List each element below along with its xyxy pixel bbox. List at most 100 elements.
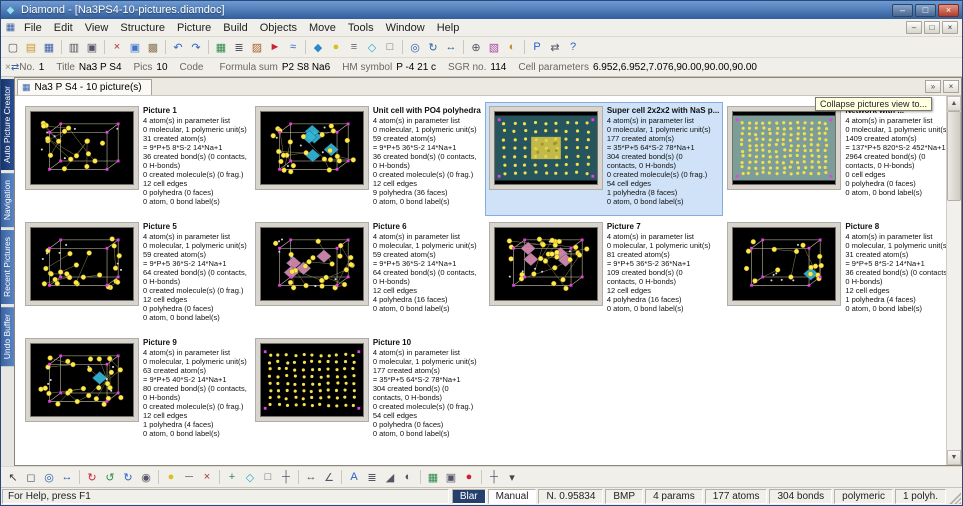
redo-icon[interactable]: ↷ <box>187 39 205 56</box>
open-file-icon[interactable]: ▤ <box>22 39 40 56</box>
data-sheet-icon[interactable]: ≣ <box>230 39 248 56</box>
table-icon[interactable]: ▦ <box>212 39 230 56</box>
translate-icon[interactable]: ↔ <box>442 39 460 56</box>
picture-card[interactable]: Picture 104 atom(s) in parameter list0 m… <box>251 334 485 448</box>
save-file-icon[interactable]: ▦ <box>40 39 58 56</box>
copy-icon[interactable]: ▣ <box>126 39 144 56</box>
add-bond-icon[interactable]: ─ <box>180 469 198 486</box>
menu-item-build[interactable]: Build <box>217 21 253 35</box>
picture-card[interactable]: Super cell 2x2x2 with NaS p...4 atom(s) … <box>485 102 724 216</box>
structure-icon[interactable]: ◆ <box>309 39 327 56</box>
picture-thumbnail[interactable] <box>494 111 598 185</box>
picture-thumbnail[interactable] <box>732 227 836 301</box>
pan-mode-icon[interactable]: ↔ <box>58 469 76 486</box>
spin-icon[interactable]: ◉ <box>137 469 155 486</box>
polyhedra-mode-icon[interactable]: ◇ <box>241 469 259 486</box>
close-pane-button[interactable]: × <box>943 80 959 93</box>
menu-item-file[interactable]: File <box>18 21 48 35</box>
maximize-button[interactable]: □ <box>915 4 936 17</box>
menu-item-picture[interactable]: Picture <box>171 21 217 35</box>
picture-thumbnail[interactable] <box>494 227 598 301</box>
picture-thumbnail[interactable] <box>30 227 134 301</box>
destroy-icon[interactable]: × <box>198 469 216 486</box>
sidebar-tab-navigation[interactable]: Navigation <box>1 173 14 227</box>
measure-angle-icon[interactable]: ∠ <box>320 469 338 486</box>
resize-grip[interactable] <box>947 489 961 504</box>
child-close-button[interactable]: × <box>942 21 958 34</box>
help-icon[interactable]: ? <box>564 39 582 56</box>
menu-item-objects[interactable]: Objects <box>254 21 303 35</box>
scroll-up-button[interactable]: ▲ <box>947 96 961 111</box>
picture-card[interactable]: Picture 64 atom(s) in parameter list0 mo… <box>251 218 485 332</box>
bond-icon[interactable]: ≡ <box>345 39 363 56</box>
rotate-icon[interactable]: ↻ <box>424 39 442 56</box>
new-file-icon[interactable]: ▢ <box>4 39 22 56</box>
snapshot-icon[interactable]: ▣ <box>442 469 460 486</box>
vertical-scrollbar[interactable]: ▲ ▼ <box>946 96 961 465</box>
menu-item-tools[interactable]: Tools <box>342 21 380 35</box>
close-button[interactable]: × <box>938 4 959 17</box>
picture-card[interactable]: Picture 54 atom(s) in parameter list0 mo… <box>21 218 251 332</box>
coordination-icon[interactable]: + <box>223 469 241 486</box>
labels-icon[interactable]: A <box>345 469 363 486</box>
select-icon[interactable]: ↖ <box>4 469 22 486</box>
cell-edges-icon[interactable]: □ <box>259 469 277 486</box>
print-icon[interactable]: ▥ <box>65 39 83 56</box>
more-tools-icon[interactable]: ▾ <box>503 469 521 486</box>
picture-thumbnail[interactable] <box>732 111 836 185</box>
menu-item-window[interactable]: Window <box>380 21 431 35</box>
picture-thumbnail[interactable] <box>260 343 364 417</box>
cut-icon[interactable]: × <box>108 39 126 56</box>
axes-icon[interactable]: ┼ <box>277 469 295 486</box>
title-bar[interactable]: ◆ Diamond - [Na3PS4-10-pictures.diamdoc]… <box>1 1 962 19</box>
scrollbar-thumb[interactable] <box>947 111 961 201</box>
rotate-z-icon[interactable]: ↻ <box>119 469 137 486</box>
brightness-icon[interactable]: ◐ <box>503 39 521 56</box>
perspective-icon[interactable]: ◢ <box>381 469 399 486</box>
powder-pattern-icon[interactable]: P <box>528 39 546 56</box>
sidebar-tab-recent-pictures[interactable]: Recent Pictures <box>1 230 14 304</box>
sidebar-tab-undo-buffer[interactable]: Undo Buffer <box>1 307 14 366</box>
paste-icon[interactable]: ▩ <box>144 39 162 56</box>
distances-icon[interactable]: ⇄ <box>546 39 564 56</box>
document-tab[interactable]: ▦ Na3 P S4 - 10 picture(s) <box>17 79 152 95</box>
pointer-coords-icon[interactable]: ┼ <box>485 469 503 486</box>
scrollbar-track[interactable] <box>947 111 961 450</box>
layout-icon[interactable]: ▦ <box>424 469 442 486</box>
stereo-icon[interactable]: ◐ <box>399 469 417 486</box>
menu-item-view[interactable]: View <box>79 21 115 35</box>
add-atom-icon[interactable]: ● <box>162 469 180 486</box>
child-minimize-button[interactable]: – <box>906 21 922 34</box>
collapse-pictures-button[interactable]: » <box>925 80 941 93</box>
print-preview-icon[interactable]: ▣ <box>83 39 101 56</box>
menu-item-move[interactable]: Move <box>303 21 342 35</box>
picture-thumbnail[interactable] <box>260 227 364 301</box>
swap-record-icon[interactable]: ⇄ <box>11 62 19 73</box>
rotate-y-icon[interactable]: ↺ <box>101 469 119 486</box>
select-area-icon[interactable]: ◻ <box>22 469 40 486</box>
video-icon[interactable]: ► <box>266 39 284 56</box>
settings-icon[interactable]: ⊕ <box>467 39 485 56</box>
child-restore-button[interactable]: □ <box>924 21 940 34</box>
menu-item-structure[interactable]: Structure <box>114 21 171 35</box>
zoom-mode-icon[interactable]: ◎ <box>40 469 58 486</box>
zoom-icon[interactable]: ◎ <box>406 39 424 56</box>
sidebar-tab-auto-picture-creator[interactable]: Auto Picture Creator <box>1 79 14 170</box>
picture-thumbnail[interactable] <box>30 111 134 185</box>
rotate-x-icon[interactable]: ↻ <box>83 469 101 486</box>
picture-icon[interactable]: ▨ <box>248 39 266 56</box>
measure-distance-icon[interactable]: ↔ <box>302 469 320 486</box>
colors-icon[interactable]: ▧ <box>485 39 503 56</box>
atom-icon[interactable]: ● <box>327 39 345 56</box>
menu-item-edit[interactable]: Edit <box>48 21 79 35</box>
picture-card[interactable]: Picture 94 atom(s) in parameter list0 mo… <box>21 334 251 448</box>
picture-card[interactable]: Picture 74 atom(s) in parameter list0 mo… <box>485 218 724 332</box>
picture-card[interactable]: Picture 14 atom(s) in parameter list0 mo… <box>21 102 251 216</box>
picture-card[interactable]: Picture 84 atom(s) in parameter list0 mo… <box>723 218 946 332</box>
picture-thumbnail[interactable] <box>30 343 134 417</box>
unit-cell-icon[interactable]: □ <box>381 39 399 56</box>
picture-thumbnail[interactable] <box>260 111 364 185</box>
legend-icon[interactable]: ≣ <box>363 469 381 486</box>
undo-icon[interactable]: ↶ <box>169 39 187 56</box>
document-icon[interactable]: ▦ <box>3 22 18 33</box>
